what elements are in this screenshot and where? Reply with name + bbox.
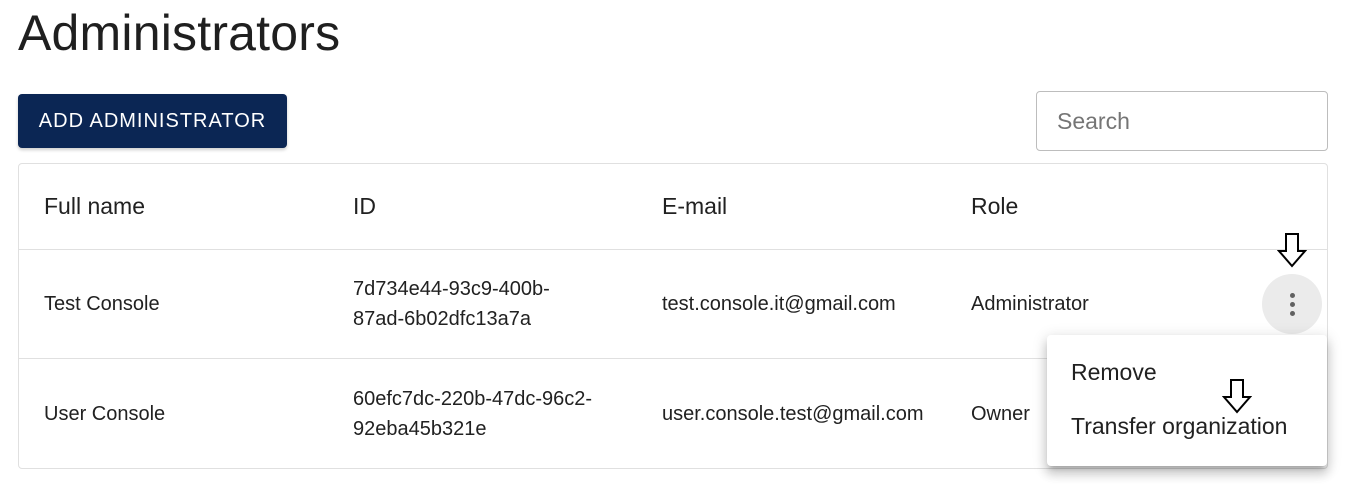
menu-item-remove[interactable]: Remove <box>1047 345 1327 399</box>
cell-email: test.console.it@gmail.com <box>662 250 952 358</box>
role-text: Administrator <box>971 293 1089 315</box>
add-administrator-button[interactable]: ADD ADMINISTRATOR <box>18 94 287 148</box>
search-input[interactable] <box>1036 91 1328 151</box>
id-text: 7d734e44-93c9-400b- 87ad-6b02dfc13a7a <box>353 278 550 330</box>
menu-item-transfer-organization[interactable]: Transfer organization <box>1047 399 1327 453</box>
column-header-label: Full name <box>44 193 145 219</box>
cell-email: user.console.test@gmail.com <box>662 359 952 468</box>
row-actions-menu: Remove Transfer organization <box>1047 335 1327 466</box>
column-header-full-name[interactable]: Full name <box>44 164 334 249</box>
cell-id: 60efc7dc-220b-47dc-96c2- 92eba45b321e <box>353 359 643 468</box>
more-vert-icon[interactable] <box>1262 274 1322 334</box>
email-text: user.console.test@gmail.com <box>662 402 924 425</box>
email-text: test.console.it@gmail.com <box>662 293 896 315</box>
kebab-dot <box>1289 301 1295 307</box>
role-text: Owner <box>971 402 1030 425</box>
arrow-down-cursor-icon <box>1277 233 1307 268</box>
kebab-dot <box>1289 310 1295 316</box>
table-header-row: Full name ID E-mail Role <box>19 164 1327 250</box>
cell-full-name: Test Console <box>44 250 334 358</box>
column-header-label: ID <box>353 193 376 219</box>
full-name-text: User Console <box>44 402 166 425</box>
kebab-dot <box>1289 292 1295 298</box>
cell-full-name: User Console <box>44 359 334 468</box>
page-title: Administrators <box>18 5 341 61</box>
column-header-role[interactable]: Role <box>971 164 1251 249</box>
full-name-text: Test Console <box>44 293 160 315</box>
column-header-label: E-mail <box>662 193 728 219</box>
column-header-label: Role <box>971 193 1019 219</box>
arrow-down-cursor-icon <box>1222 379 1252 414</box>
column-header-id[interactable]: ID <box>353 164 643 249</box>
cell-id: 7d734e44-93c9-400b- 87ad-6b02dfc13a7a <box>353 250 643 358</box>
column-header-email[interactable]: E-mail <box>662 164 952 249</box>
id-text: 60efc7dc-220b-47dc-96c2- 92eba45b321e <box>353 387 593 440</box>
administrators-page: Administrators ADD ADMINISTRATOR Full na… <box>0 0 1346 488</box>
